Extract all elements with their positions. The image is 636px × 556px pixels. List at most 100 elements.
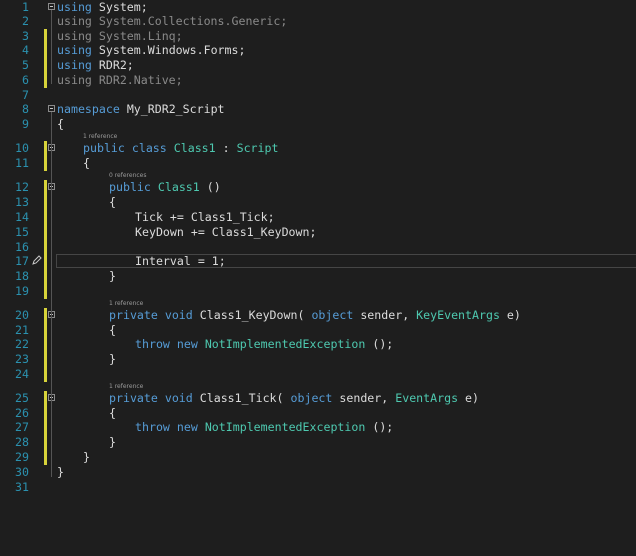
code-editor[interactable]: 1 using System; 2 using System.Collections.… xyxy=(0,0,636,556)
code-line[interactable]: 19 xyxy=(0,284,636,299)
code-line[interactable]: 3 using System.Linq; xyxy=(0,29,636,44)
codelens-reference-count[interactable]: 0 references xyxy=(109,172,147,180)
code-token: private void xyxy=(109,391,193,405)
code-token: KeyEventArgs xyxy=(416,308,500,322)
code-token: e) xyxy=(506,308,521,322)
code-token: EventArgs xyxy=(395,391,459,405)
code-token: } xyxy=(83,450,90,464)
code-text: private void Class1_KeyDown( object send… xyxy=(109,308,521,323)
code-text: { xyxy=(57,117,64,132)
code-token: throw new xyxy=(135,337,198,351)
code-line[interactable]: 13 { xyxy=(0,195,636,210)
code-line[interactable]: 30} xyxy=(0,465,636,480)
code-token: public xyxy=(109,180,151,194)
code-token: using System.Linq; xyxy=(57,29,183,43)
code-token: e) xyxy=(465,391,480,405)
code-line[interactable]: 8 namespace My_RDR2_Script xyxy=(0,102,636,117)
line-number: 17 xyxy=(15,254,29,268)
code-line[interactable]: 9{ xyxy=(0,117,636,132)
code-token: { xyxy=(109,323,116,337)
code-line[interactable]: 26 { xyxy=(0,406,636,421)
line-number: 14 xyxy=(15,210,29,224)
collapse-toggle-icon[interactable] xyxy=(48,105,55,112)
code-line[interactable]: 23} xyxy=(0,352,636,367)
quick-actions-pen-icon[interactable] xyxy=(31,255,42,266)
code-line[interactable]: 5 using RDR2; xyxy=(0,58,636,73)
code-text: { xyxy=(109,323,116,338)
code-line[interactable]: 14 Tick += Class1_Tick; xyxy=(0,210,636,225)
code-line[interactable]: 1 using System; xyxy=(0,0,636,15)
line-number: 7 xyxy=(22,88,29,102)
code-token: Class1_KeyDown( xyxy=(199,308,305,322)
line-number: 11 xyxy=(15,156,29,170)
code-line[interactable]: 29} xyxy=(0,450,636,465)
code-token: } xyxy=(109,269,116,283)
code-line[interactable]: 22 throw new NotImplementedException (); xyxy=(0,337,636,352)
code-text: using RDR2; xyxy=(57,58,134,73)
code-line[interactable]: 20 private void Class1_KeyDown( object se… xyxy=(0,308,636,323)
codelens-reference-count[interactable]: 1 reference xyxy=(109,300,143,308)
code-token: (); xyxy=(372,337,394,351)
code-line[interactable]: 16 xyxy=(0,240,636,255)
code-token: System.Windows.Forms; xyxy=(98,43,246,57)
line-number: 29 xyxy=(15,450,29,464)
outline-guide xyxy=(51,318,52,360)
code-line[interactable]: 28} xyxy=(0,435,636,450)
code-text: Tick += Class1_Tick; xyxy=(135,210,275,225)
change-indicator xyxy=(44,308,47,323)
collapse-toggle-icon[interactable] xyxy=(48,3,55,10)
change-indicator xyxy=(44,254,47,269)
code-token: RDR2; xyxy=(98,58,134,72)
change-indicator xyxy=(44,352,47,367)
code-text: } xyxy=(83,450,90,465)
change-indicator xyxy=(44,269,47,284)
code-line[interactable]: 15 KeyDown += Class1_KeyDown; xyxy=(0,225,636,240)
codelens-reference-count[interactable]: 1 reference xyxy=(83,133,117,141)
line-number: 25 xyxy=(15,391,29,405)
code-token: NotImplementedException xyxy=(204,420,366,434)
line-number: 2 xyxy=(22,14,29,28)
outline-guide xyxy=(51,401,52,443)
line-number: 19 xyxy=(15,284,29,298)
code-token: } xyxy=(109,352,116,366)
code-line[interactable]: 21 { xyxy=(0,323,636,338)
code-token: NotImplementedException xyxy=(204,337,366,351)
code-line[interactable]: 11 { xyxy=(0,156,636,171)
change-indicator xyxy=(44,58,47,73)
code-text: throw new NotImplementedException (); xyxy=(135,420,393,435)
change-indicator xyxy=(44,406,47,421)
code-text: throw new NotImplementedException (); xyxy=(135,337,393,352)
code-line[interactable]: 2 using System.Collections.Generic; xyxy=(0,14,636,29)
code-line[interactable]: 12 public Class1 () xyxy=(0,180,636,195)
code-line[interactable]: 27 throw new NotImplementedException (); xyxy=(0,420,636,435)
line-number: 15 xyxy=(15,225,29,239)
line-number: 18 xyxy=(15,269,29,283)
line-number: 23 xyxy=(15,352,29,366)
code-token: { xyxy=(109,195,116,209)
line-number: 21 xyxy=(15,323,29,337)
line-number: 30 xyxy=(15,465,29,479)
code-line[interactable]: 31 xyxy=(0,480,636,495)
code-token: My_RDR2_Script xyxy=(126,102,225,116)
code-token: Class1_Tick( xyxy=(199,391,284,405)
code-line[interactable]: 18} xyxy=(0,269,636,284)
change-indicator xyxy=(44,240,47,255)
line-number: 13 xyxy=(15,195,29,209)
code-token: Class1 xyxy=(157,180,200,194)
code-line[interactable]: 10 public class Class1 : Script xyxy=(0,141,636,156)
codelens-reference-count[interactable]: 1 reference xyxy=(109,383,143,391)
change-indicator xyxy=(44,210,47,225)
code-line[interactable]: 4 using System.Windows.Forms; xyxy=(0,43,636,58)
code-text: { xyxy=(83,156,90,171)
code-token: : xyxy=(222,141,230,155)
code-line[interactable]: 6 using RDR2.Native; xyxy=(0,73,636,88)
code-line[interactable]: 24 xyxy=(0,367,636,382)
code-line[interactable]: 25 private void Class1_Tick( object sende… xyxy=(0,391,636,406)
code-token: KeyDown += Class1_KeyDown; xyxy=(135,225,317,239)
code-token: (); xyxy=(372,420,394,434)
line-number: 28 xyxy=(15,435,29,449)
change-indicator xyxy=(44,43,47,58)
code-text: using System.Windows.Forms; xyxy=(57,43,245,58)
code-line[interactable]: 7 xyxy=(0,88,636,103)
code-token: object xyxy=(290,391,333,405)
